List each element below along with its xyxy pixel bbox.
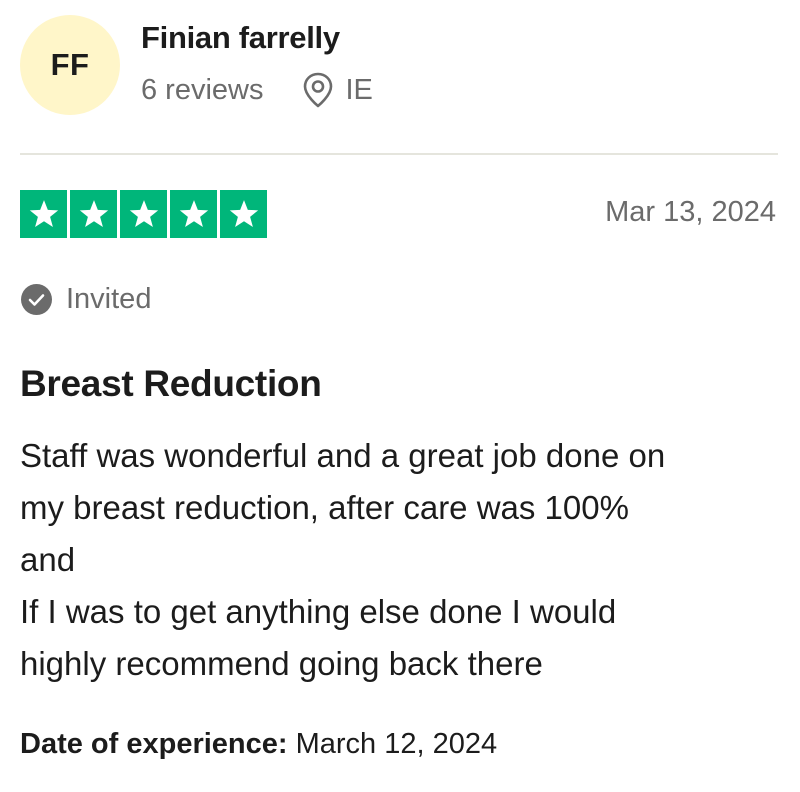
review-body-line: Staff was wonderful and a great job done… — [20, 437, 666, 474]
star-icon — [70, 190, 117, 238]
review-body-line: my breast reduction, after care was 100% — [20, 489, 629, 526]
reviewer-meta: 6 reviews IE — [141, 70, 373, 110]
experience-label: Date of experience: — [20, 728, 288, 760]
star-rating — [20, 190, 267, 238]
location-pin-icon — [302, 72, 334, 108]
star-icon — [220, 190, 267, 238]
experience-date: March 12, 2024 — [295, 728, 498, 760]
review-count: 6 reviews — [141, 73, 264, 106]
avatar[interactable]: FF — [20, 15, 120, 115]
review-date: Mar 13, 2024 — [605, 196, 776, 228]
review-title: Breast Reduction — [20, 363, 322, 404]
reviewer-name[interactable]: Finian farrelly — [141, 20, 340, 56]
invited-label: Invited — [66, 282, 152, 315]
review-body-line: highly recommend going back there — [20, 645, 543, 682]
avatar-initials: FF — [50, 47, 90, 82]
review-card: FF Finian farrelly 6 reviews IE Mar 13, … — [0, 0, 800, 792]
date-of-experience: Date of experience: March 12, 2024 — [20, 728, 497, 761]
invited-badge: Invited — [20, 280, 151, 318]
review-body: Staff was wonderful and a great job done… — [20, 430, 790, 690]
reviewer-country: IE — [345, 73, 373, 106]
review-body-line: If I was to get anything else done I wou… — [20, 593, 617, 630]
star-icon — [120, 190, 167, 238]
review-body-line: and — [20, 541, 76, 578]
star-icon — [170, 190, 217, 238]
star-icon — [20, 190, 67, 238]
check-circle-icon — [20, 283, 53, 316]
divider — [20, 153, 778, 155]
